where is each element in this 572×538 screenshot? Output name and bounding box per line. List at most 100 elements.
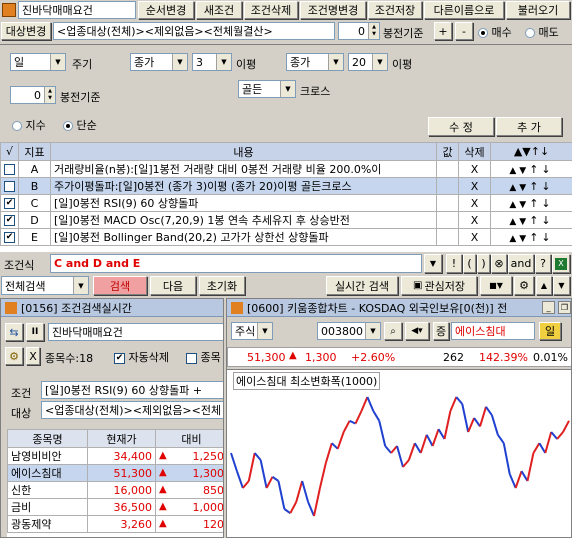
scroll-up-button[interactable]: ▲: [536, 276, 552, 295]
reset-button[interactable]: 초기화: [199, 276, 245, 295]
row-checkbox[interactable]: ✔: [0, 194, 19, 212]
move-up-top-icon[interactable]: ▲: [509, 217, 519, 227]
move-up-top-icon[interactable]: ▲: [509, 166, 519, 176]
target-field[interactable]: <업종대상(전체)><제외없음><전체월결산>: [53, 22, 335, 40]
op-xor-button[interactable]: ⊗: [491, 254, 507, 273]
next-button[interactable]: 다음: [150, 276, 196, 295]
row-delete[interactable]: X: [458, 228, 491, 246]
chart-window-titlebar[interactable]: [0600] 키움종합차트 - KOSDAQ 외국인보유[0(천)] 전 _ ❐: [227, 299, 571, 317]
result-name[interactable]: 금비: [7, 498, 88, 516]
target-bong-spinner[interactable]: 0 ▲ ▼: [338, 22, 380, 40]
move-up-icon[interactable]: ↑: [529, 180, 541, 193]
row-content[interactable]: [일]0봉전 Bollinger Band(20,2) 고가가 상한선 상향돌파: [50, 228, 437, 246]
grid-row[interactable]: B 주가이평돌파:[일]0봉전 (종가 3)이평 (종가 20)이평 골든크로스 X…: [0, 177, 572, 195]
move-down-bottom-icon[interactable]: ▼: [519, 217, 529, 227]
row-checkbox[interactable]: ✔: [0, 228, 19, 246]
move-down-icon[interactable]: ↓: [541, 163, 553, 176]
row-checkbox[interactable]: [0, 160, 19, 178]
grid-row[interactable]: ✔ E [일]0봉전 Bollinger Band(20,2) 고가가 상한선 상향…: [0, 228, 572, 246]
search-button[interactable]: 검색: [93, 276, 147, 295]
simple-radio[interactable]: 단순: [63, 117, 97, 133]
ma1-value-select[interactable]: 3 ▼: [192, 53, 232, 71]
row-content[interactable]: 거래량비율(n봉):[일]1봉전 거래량 대비 0봉전 거래량 비율 200.0…: [50, 160, 437, 178]
sound-button[interactable]: ◀▾: [405, 322, 429, 340]
move-up-top-icon[interactable]: ▲: [509, 234, 519, 244]
col-price[interactable]: 현재가: [87, 429, 156, 448]
col-delete[interactable]: 삭제: [458, 142, 491, 161]
daily-tab[interactable]: 일: [539, 322, 561, 340]
realtime-search-button[interactable]: 실시간 검색: [326, 276, 398, 295]
edit-button[interactable]: 수 정: [428, 117, 494, 136]
kind-select[interactable]: 주식 ▼: [231, 322, 273, 340]
move-down-icon[interactable]: ↓: [541, 197, 553, 210]
condition-name-field[interactable]: 진바닥매매요건: [18, 1, 136, 19]
op-and-button[interactable]: and: [508, 254, 534, 273]
stop-button[interactable]: ■▼: [480, 276, 512, 295]
move-down-bottom-icon[interactable]: ▼: [519, 234, 529, 244]
move-up-icon[interactable]: ↑: [529, 214, 541, 227]
stock-name-field[interactable]: 에이스침대: [451, 322, 535, 340]
new-condition-button[interactable]: 새조건: [196, 1, 242, 19]
ma2-value-select[interactable]: 20 ▼: [348, 53, 388, 71]
col-content[interactable]: 내용: [50, 142, 437, 161]
target-text-field[interactable]: <업종대상(전체)><제외없음><전체: [41, 401, 223, 419]
col-check[interactable]: √: [0, 142, 19, 161]
move-down-icon[interactable]: ↓: [541, 214, 553, 227]
move-up-top-icon[interactable]: ▲: [509, 183, 519, 193]
row-delete[interactable]: X: [458, 211, 491, 229]
ma1-type-select[interactable]: 종가 ▼: [130, 53, 188, 71]
save-as-button[interactable]: 다른이름으로: [424, 1, 504, 19]
period-select[interactable]: 일 ▼: [10, 53, 66, 71]
move-up-icon[interactable]: ↑: [529, 231, 541, 244]
buy-radio[interactable]: 매수: [478, 24, 512, 40]
row-checkbox[interactable]: [0, 177, 19, 195]
col-move[interactable]: ▲▼↑↓: [490, 142, 572, 161]
load-button[interactable]: 불러오기: [506, 1, 570, 19]
formula-dropdown-button[interactable]: ▼: [424, 254, 442, 273]
move-up-top-icon[interactable]: ▲: [509, 200, 519, 210]
index-radio[interactable]: 지수: [12, 117, 46, 133]
sell-radio[interactable]: 매도: [525, 24, 559, 40]
add-button[interactable]: 추 가: [496, 117, 562, 136]
code-select[interactable]: 003800 ▼: [317, 322, 381, 340]
col-indicator[interactable]: 지표: [18, 142, 51, 161]
settings-gear-button[interactable]: ⚙: [5, 347, 23, 365]
realtime-window-titlebar[interactable]: [0156] 조건검색실시간: [1, 299, 223, 317]
realtime-cond-field[interactable]: 진바닥매매요건: [48, 323, 223, 341]
restore-icon[interactable]: ❐: [558, 301, 571, 314]
result-name[interactable]: 에이스침대: [7, 464, 88, 482]
row-content[interactable]: [일]0봉전 RSI(9) 60 상향돌파: [50, 194, 437, 212]
gear-button[interactable]: ⚙: [514, 276, 534, 295]
formula-field[interactable]: C and D and E: [50, 254, 422, 273]
chart-area[interactable]: 에이스침대 최소변화폭(1000): [227, 369, 571, 537]
extra-checkbox[interactable]: 종목: [186, 349, 221, 365]
move-up-icon[interactable]: ↑: [529, 163, 541, 176]
move-down-bottom-icon[interactable]: ▼: [519, 183, 529, 193]
save-condition-button[interactable]: 조건저장: [368, 1, 422, 19]
result-row[interactable]: 에이스침대 51,300 ▲ 1,300: [7, 464, 223, 482]
row-checkbox[interactable]: ✔: [0, 211, 19, 229]
col-value[interactable]: 값: [436, 142, 459, 161]
op-not-button[interactable]: !: [446, 254, 462, 273]
ma2-type-select[interactable]: 종가 ▼: [286, 53, 344, 71]
col-change[interactable]: 대비: [155, 429, 223, 448]
delete-condition-button[interactable]: 조건삭제: [244, 1, 298, 19]
cross-type-select[interactable]: 골든 ▼: [238, 80, 296, 98]
reorder-button[interactable]: 순서변경: [138, 1, 194, 19]
move-down-icon[interactable]: ↓: [541, 180, 553, 193]
row-content[interactable]: 주가이평돌파:[일]0봉전 (종가 3)이평 (종가 20)이평 골든크로스: [50, 177, 437, 195]
result-row[interactable]: 신한 16,000 ▲ 850: [7, 481, 223, 499]
spin-arrows-icon[interactable]: ▲ ▼: [368, 23, 379, 39]
result-name[interactable]: 남영비비안: [7, 447, 88, 465]
rename-condition-button[interactable]: 조건명변경: [300, 1, 366, 19]
result-name[interactable]: 광동제약: [7, 515, 88, 533]
result-row[interactable]: 광동제약 3,260 ▲ 120: [7, 515, 223, 533]
pause-button[interactable]: II: [26, 323, 44, 341]
excel-button[interactable]: X: [552, 254, 570, 273]
move-up-icon[interactable]: ↑: [529, 197, 541, 210]
op-close-paren-button[interactable]: ): [477, 254, 490, 273]
plus-button[interactable]: +: [434, 22, 452, 40]
grid-row[interactable]: ✔ C [일]0봉전 RSI(9) 60 상향돌파 X ▲▼↑↓: [0, 194, 572, 212]
settings-bong-spinner[interactable]: 0 ▲ ▼: [10, 86, 56, 104]
spin-arrows-icon[interactable]: ▲ ▼: [44, 87, 55, 103]
